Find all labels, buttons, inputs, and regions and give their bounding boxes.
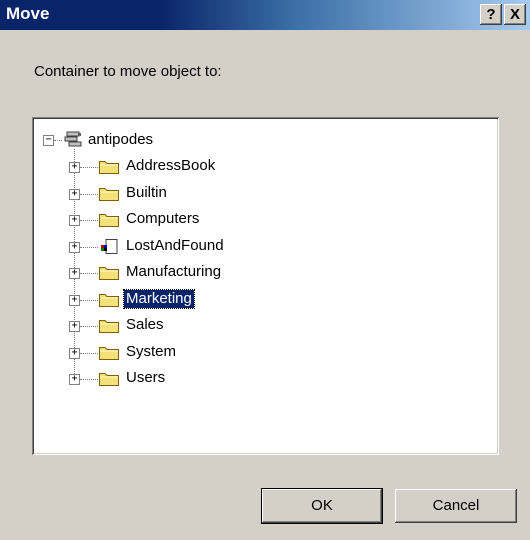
expand-toggle[interactable]: + [69, 347, 80, 359]
tree-item-label: Manufacturing [126, 263, 222, 280]
folder-icon [99, 267, 119, 280]
expand-toggle[interactable]: + [69, 215, 80, 226]
tree-connector [80, 299, 98, 301]
tree-item-label: Sales [126, 316, 164, 333]
tree-connector [80, 193, 98, 195]
folder-icon [99, 320, 119, 333]
tree-item-label: AddressBook [126, 157, 216, 174]
tree-item[interactable]: + Users [32, 369, 492, 393]
tree-connector [80, 167, 98, 168]
folder-icon [99, 293, 119, 307]
tree-item-label: System [126, 342, 177, 360]
expand-toggle[interactable]: + [69, 268, 80, 279]
tree-item[interactable]: + Marketing [32, 288, 492, 314]
domain-icon [64, 131, 82, 147]
tree-item[interactable]: + Computers [32, 210, 492, 234]
folder-icon [99, 373, 119, 386]
tree-connector [80, 379, 98, 380]
ok-button[interactable]: OK [261, 488, 383, 524]
window-title: Move [6, 4, 50, 23]
expand-toggle[interactable]: + [69, 188, 80, 200]
tree-item[interactable]: + System [32, 343, 492, 367]
container-tree[interactable]: − antipodes + AddressBook + Builtin + Compute… [32, 117, 499, 455]
folder-icon [99, 187, 119, 201]
tree-connector [80, 220, 98, 221]
help-button[interactable]: ? [480, 4, 502, 25]
tree-item-label: Computers [126, 210, 200, 227]
tree-item[interactable]: + AddressBook [32, 157, 492, 181]
tree-connector [80, 326, 98, 327]
tree-root-label[interactable]: antipodes [86, 131, 155, 149]
folder-icon [99, 214, 119, 227]
lost-and-found-icon [101, 238, 118, 254]
tree-connector [54, 140, 62, 141]
tree-item[interactable]: + LostAndFound [32, 237, 492, 261]
tree-item[interactable]: + Sales [32, 316, 492, 340]
tree-item[interactable]: + Builtin [32, 184, 492, 208]
folder-icon [99, 161, 119, 174]
instruction-label: Container to move object to: [34, 63, 222, 80]
tree-item-label: LostAndFound [126, 236, 224, 254]
tree-connector [80, 273, 98, 274]
collapse-toggle[interactable]: − [43, 135, 54, 146]
folder-icon [99, 346, 119, 360]
tree-connector [80, 352, 98, 354]
close-button[interactable]: X [504, 4, 526, 25]
tree-connector [80, 246, 98, 248]
expand-toggle[interactable]: + [69, 162, 80, 173]
tree-item-label: Users [126, 369, 166, 386]
title-bar[interactable]: Move ? X [0, 0, 530, 30]
cancel-button[interactable]: Cancel [395, 489, 517, 523]
expand-toggle[interactable]: + [69, 321, 80, 332]
expand-toggle[interactable]: + [69, 374, 80, 385]
tree-item-label: Marketing [123, 288, 195, 309]
expand-toggle[interactable]: + [69, 294, 80, 306]
tree-item[interactable]: + Manufacturing [32, 263, 492, 287]
tree-item-label: Builtin [126, 183, 167, 201]
move-dialog: Move ? X Container to move object to: − … [0, 0, 530, 540]
expand-toggle[interactable]: + [69, 241, 80, 253]
